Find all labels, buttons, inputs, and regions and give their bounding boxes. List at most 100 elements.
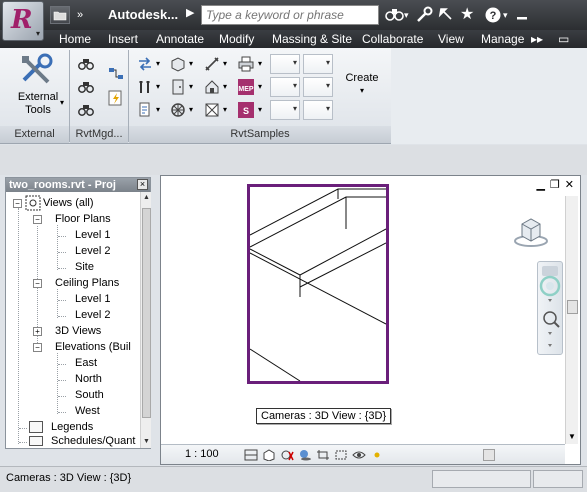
rvtsamples-rvt-structure-icon[interactable]: S (236, 100, 256, 120)
rvtsamples-dropdown-icon[interactable]: ▾ (156, 82, 160, 91)
view-scroll-down-icon[interactable]: ▼ (568, 432, 576, 441)
tree-item-ceiling-plan-level-1[interactable]: Level 1 (75, 293, 110, 306)
temporary-hide-icon[interactable] (351, 448, 366, 461)
tree-item-elevation-west[interactable]: West (75, 405, 100, 418)
tree-item-legends[interactable]: Legends (51, 421, 93, 434)
favorites-star-icon[interactable]: ★ (460, 6, 474, 24)
tab-collaborate[interactable]: Collaborate (362, 31, 423, 47)
tree-item-elevation-south[interactable]: South (75, 389, 104, 402)
rvtsamples-dropdown-icon[interactable]: ▾ (189, 82, 193, 91)
tree-item-3d-views[interactable]: 3D Views (55, 325, 101, 338)
rvtsamples-arrows-icon[interactable] (135, 54, 155, 74)
rvtsamples-dropdown-icon[interactable]: ▾ (223, 59, 227, 68)
search-dropdown-icon[interactable]: ▾ (404, 6, 409, 24)
tree-item-ceiling-plans[interactable]: Ceiling Plans (55, 277, 119, 290)
rvtsamples-dropdown-box[interactable] (270, 77, 300, 97)
rvtsamples-dropdown-icon[interactable]: ▾ (189, 105, 193, 114)
crop-view-icon[interactable] (315, 448, 330, 461)
close-view-icon[interactable]: ✕ (565, 178, 574, 191)
view-scroll-thumb[interactable] (567, 300, 578, 314)
tree-item-elevation-east[interactable]: East (75, 357, 97, 370)
application-menu-button[interactable]: R ▾ (2, 1, 44, 41)
rvtsamples-dropdown-box[interactable] (303, 77, 333, 97)
show-crop-icon[interactable] (333, 448, 348, 461)
rvtsamples-dropdown-icon[interactable]: ▾ (156, 59, 160, 68)
scroll-up-icon[interactable]: ▲ (142, 193, 151, 202)
rvtsamples-dropdown-icon[interactable]: ▾ (258, 59, 262, 68)
tree-item-elevation-north[interactable]: North (75, 373, 102, 386)
rvtsamples-dropdown-icon[interactable]: ▾ (258, 82, 262, 91)
minimize-view-icon[interactable]: ▁ (536, 178, 544, 191)
restore-view-icon[interactable]: ❐ (550, 178, 560, 191)
rvtsamples-wall-icon[interactable] (168, 54, 188, 74)
minimize-window-icon[interactable] (516, 6, 530, 26)
tab-insert[interactable]: Insert (108, 31, 138, 47)
sun-path-icon[interactable] (279, 448, 294, 461)
tree-item-floor-plan-site[interactable]: Site (75, 261, 94, 274)
tree-item-floor-plan-level-1[interactable]: Level 1 (75, 229, 110, 242)
browser-scroll-thumb[interactable] (142, 208, 151, 418)
binoculars-search-icon[interactable] (385, 6, 405, 26)
external-tools-dropdown-icon[interactable]: ▾ (60, 98, 64, 107)
shadows-icon[interactable] (297, 448, 312, 461)
steeringwheel-icon[interactable] (539, 275, 561, 297)
rvtsamples-dropdown-box[interactable] (303, 100, 333, 120)
rvtmgd-lightning-icon[interactable] (106, 88, 126, 108)
viewcube[interactable] (513, 214, 549, 248)
rvtsamples-columns-icon[interactable] (135, 77, 155, 97)
more-tabs-icon[interactable]: ▸▸ (531, 31, 543, 47)
communication-center-icon[interactable] (437, 6, 455, 28)
rvtsamples-dropdown-box[interactable] (270, 100, 300, 120)
ribbon-minimize-icon[interactable]: ▭ (558, 31, 569, 47)
rvtsamples-door-icon[interactable] (168, 77, 188, 97)
model-graphics-style-icon[interactable] (261, 448, 276, 461)
crop-region[interactable] (247, 184, 389, 384)
help-icon[interactable]: ? (484, 6, 502, 28)
rvtsamples-wheel-icon[interactable] (168, 100, 188, 120)
rvtsamples-dropdown-icon[interactable]: ▾ (223, 82, 227, 91)
collapse-toggle[interactable]: − (33, 215, 42, 224)
help-dropdown-icon[interactable]: ▾ (503, 6, 508, 24)
title-overflow-icon[interactable]: ▶ (186, 6, 194, 19)
tree-item-floor-plans[interactable]: Floor Plans (55, 213, 111, 226)
rvtsamples-dropdown-icon[interactable]: ▾ (223, 105, 227, 114)
rvtsamples-dropdown-box[interactable] (270, 54, 300, 74)
collapse-toggle[interactable]: − (13, 199, 22, 208)
view-vertical-scrollbar[interactable]: ▼ (565, 196, 578, 444)
rvtsamples-printer-icon[interactable] (236, 54, 256, 74)
rvtsamples-dropdown-icon[interactable]: ▾ (258, 105, 262, 114)
collapse-toggle[interactable]: − (33, 343, 42, 352)
rvtmgd-hierarchy-icon[interactable] (106, 64, 126, 84)
rvtmgd-binoculars-icon[interactable] (76, 54, 96, 74)
external-tools-button[interactable]: External Tools ▾ (14, 52, 64, 120)
rvtsamples-house-icon[interactable] (202, 77, 222, 97)
scroll-down-icon[interactable]: ▼ (142, 437, 151, 446)
search-input[interactable] (202, 6, 378, 24)
tab-annotate[interactable]: Annotate (156, 31, 204, 47)
browser-scrollbar[interactable]: ▲ ▼ (140, 192, 151, 448)
tree-item-schedules[interactable]: Schedules/Quant (51, 435, 137, 448)
close-icon[interactable]: × (137, 179, 148, 190)
rvtmgd-binoculars-icon[interactable] (76, 100, 96, 120)
expand-toggle[interactable]: + (33, 327, 42, 336)
rvtmgd-binoculars-icon[interactable] (76, 77, 96, 97)
view-window[interactable]: ▁ ❐ ✕ Cameras : 3D View : {3D} ▼ 1: 100 (160, 175, 581, 465)
tree-item-views-all[interactable]: Views (all) (43, 197, 94, 210)
collapse-toggle[interactable]: − (33, 279, 42, 288)
reveal-hidden-icon[interactable] (369, 448, 384, 461)
rvtsamples-box-x-icon[interactable] (202, 100, 222, 120)
rvtsamples-dropdown-icon[interactable]: ▾ (189, 59, 193, 68)
zoom-icon[interactable] (543, 311, 560, 328)
tab-manage[interactable]: Manage (481, 31, 524, 47)
qat-overflow-icon[interactable]: » (74, 6, 86, 24)
rvtsamples-dropdown-icon[interactable]: ▾ (156, 105, 160, 114)
rvtsamples-rvt-mep-icon[interactable]: MEP (236, 77, 256, 97)
tab-modify[interactable]: Modify (219, 31, 254, 47)
open-folder-icon[interactable] (50, 6, 70, 24)
rvtsamples-document-icon[interactable] (135, 100, 155, 120)
rvtsamples-dropdown-box[interactable] (303, 54, 333, 74)
create-button[interactable]: Create ▾ (342, 72, 382, 96)
search-box[interactable] (201, 5, 379, 25)
tab-massing-site[interactable]: Massing & Site (272, 31, 352, 47)
view-scale[interactable]: 1 : 100 (185, 448, 219, 460)
